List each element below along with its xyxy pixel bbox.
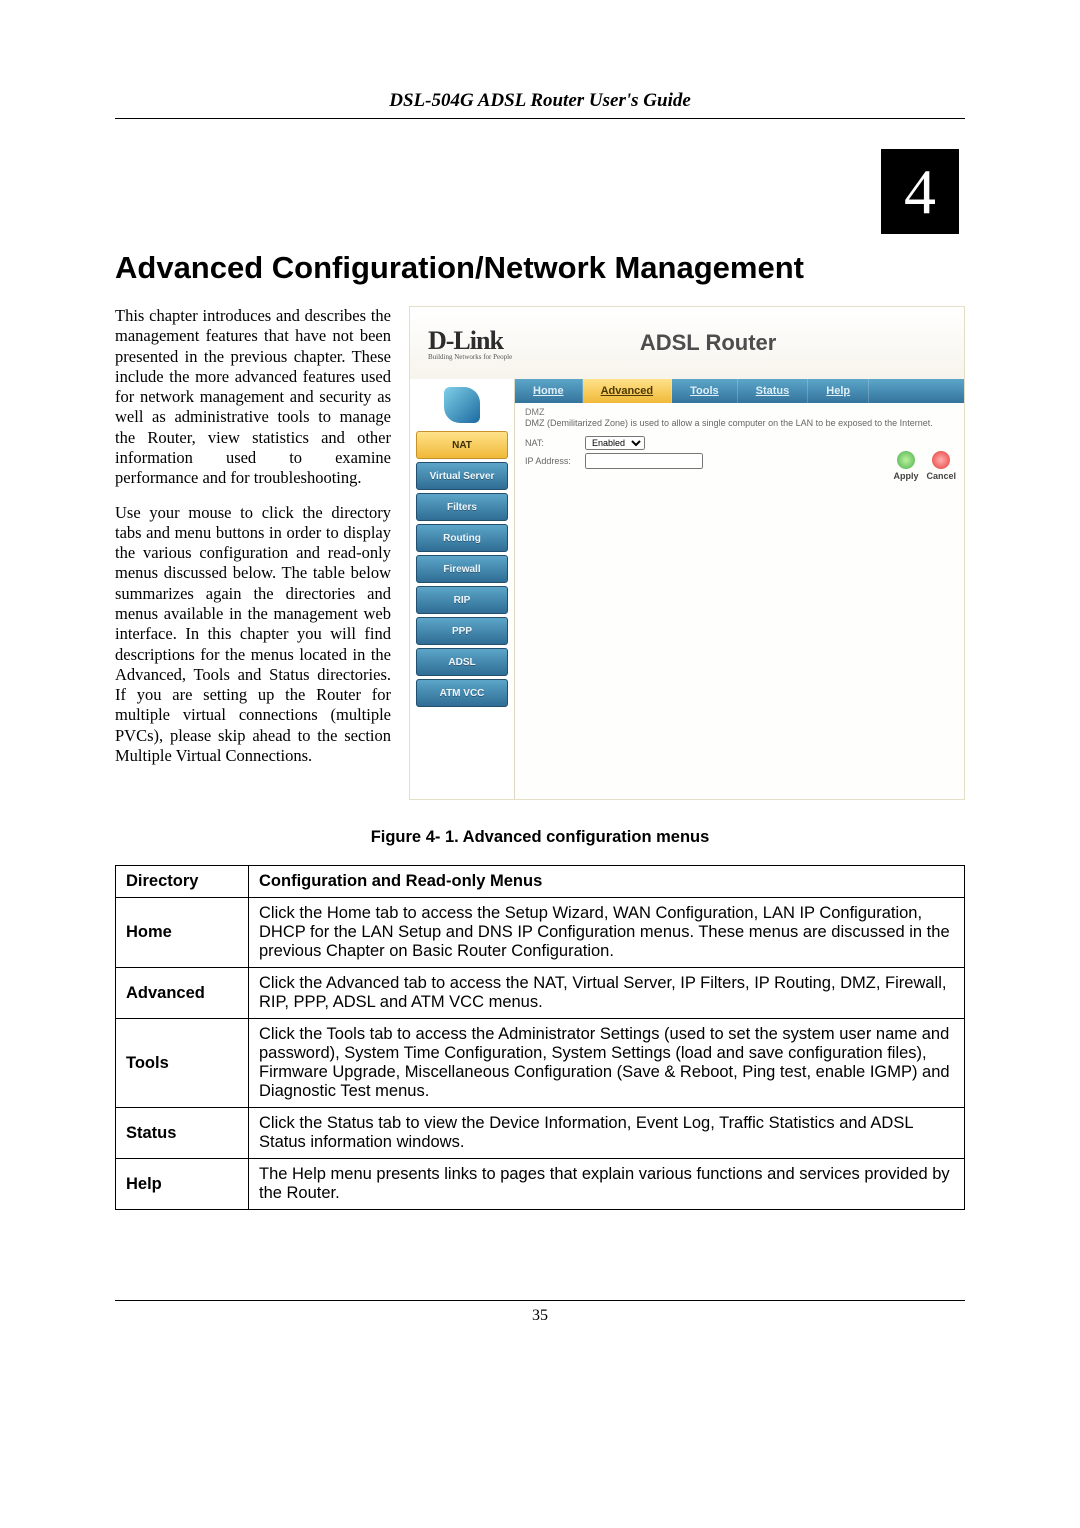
table-cell-dir: Home bbox=[116, 898, 249, 968]
directory-table: Directory Configuration and Read-only Me… bbox=[115, 865, 965, 1210]
table-cell-desc: Click the Tools tab to access the Admini… bbox=[249, 1019, 965, 1108]
sidebar-item-ppp[interactable]: PPP bbox=[416, 617, 508, 645]
intro-text-column: This chapter introduces and describes th… bbox=[115, 306, 391, 800]
cancel-button[interactable]: Cancel bbox=[926, 451, 956, 481]
figure-caption: Figure 4- 1. Advanced configuration menu… bbox=[115, 828, 965, 847]
sidebar-item-virtual-server[interactable]: Virtual Server bbox=[416, 462, 508, 490]
router-screenshot: D-Link Building Networks for People ADSL… bbox=[409, 306, 965, 800]
table-cell-dir: Tools bbox=[116, 1019, 249, 1108]
ip-address-label: IP Address: bbox=[525, 456, 585, 466]
sidebar-item-nat[interactable]: NAT bbox=[416, 431, 508, 459]
header-title: DSL-504G ADSL Router User's Guide bbox=[115, 90, 965, 112]
table-cell-desc: The Help menu presents links to pages th… bbox=[249, 1159, 965, 1210]
product-title: ADSL Router bbox=[512, 330, 964, 356]
section-label: DMZ bbox=[525, 407, 954, 417]
cancel-icon bbox=[932, 451, 950, 469]
sidebar-item-atm-vcc[interactable]: ATM VCC bbox=[416, 679, 508, 707]
brand-icon bbox=[444, 387, 480, 423]
tab-status[interactable]: Status bbox=[738, 379, 809, 403]
apply-label: Apply bbox=[893, 471, 918, 481]
table-header-menus: Configuration and Read-only Menus bbox=[249, 866, 965, 898]
table-row: Advanced Click the Advanced tab to acces… bbox=[116, 968, 965, 1019]
intro-paragraph-1: This chapter introduces and describes th… bbox=[115, 306, 391, 489]
sidebar: NAT Virtual Server Filters Routing Firew… bbox=[410, 379, 514, 799]
table-row: Home Click the Home tab to access the Se… bbox=[116, 898, 965, 968]
tab-help[interactable]: Help bbox=[808, 379, 869, 403]
sidebar-item-routing[interactable]: Routing bbox=[416, 524, 508, 552]
tab-advanced[interactable]: Advanced bbox=[583, 379, 673, 403]
table-header-directory: Directory bbox=[116, 866, 249, 898]
table-cell-dir: Advanced bbox=[116, 968, 249, 1019]
sidebar-item-rip[interactable]: RIP bbox=[416, 586, 508, 614]
apply-icon bbox=[897, 451, 915, 469]
tab-tools[interactable]: Tools bbox=[672, 379, 738, 403]
intro-paragraph-2: Use your mouse to click the directory ta… bbox=[115, 503, 391, 767]
brand-tagline: Building Networks for People bbox=[428, 353, 512, 361]
table-cell-desc: Click the Status tab to view the Device … bbox=[249, 1108, 965, 1159]
nat-select[interactable]: Enabled bbox=[585, 436, 645, 450]
chapter-title: Advanced Configuration/Network Managemen… bbox=[115, 250, 965, 286]
footer-rule bbox=[115, 1300, 965, 1301]
apply-button[interactable]: Apply bbox=[893, 451, 918, 481]
ip-address-input[interactable] bbox=[585, 453, 703, 469]
section-description: DMZ (Demilitarized Zone) is used to allo… bbox=[525, 418, 954, 428]
tab-bar: Home Advanced Tools Status Help bbox=[515, 379, 964, 403]
tab-home[interactable]: Home bbox=[515, 379, 583, 403]
table-cell-dir: Help bbox=[116, 1159, 249, 1210]
header-rule bbox=[115, 118, 965, 119]
table-row: Tools Click the Tools tab to access the … bbox=[116, 1019, 965, 1108]
cancel-label: Cancel bbox=[926, 471, 956, 481]
table-cell-dir: Status bbox=[116, 1108, 249, 1159]
chapter-number-box: 4 bbox=[881, 149, 959, 234]
table-cell-desc: Click the Home tab to access the Setup W… bbox=[249, 898, 965, 968]
table-cell-desc: Click the Advanced tab to access the NAT… bbox=[249, 968, 965, 1019]
table-row: Help The Help menu presents links to pag… bbox=[116, 1159, 965, 1210]
nat-label: NAT: bbox=[525, 438, 585, 448]
sidebar-item-adsl[interactable]: ADSL bbox=[416, 648, 508, 676]
sidebar-item-filters[interactable]: Filters bbox=[416, 493, 508, 521]
page-number: 35 bbox=[115, 1307, 965, 1325]
table-row: Status Click the Status tab to view the … bbox=[116, 1108, 965, 1159]
brand-logo: D-Link bbox=[428, 326, 512, 356]
sidebar-item-firewall[interactable]: Firewall bbox=[416, 555, 508, 583]
